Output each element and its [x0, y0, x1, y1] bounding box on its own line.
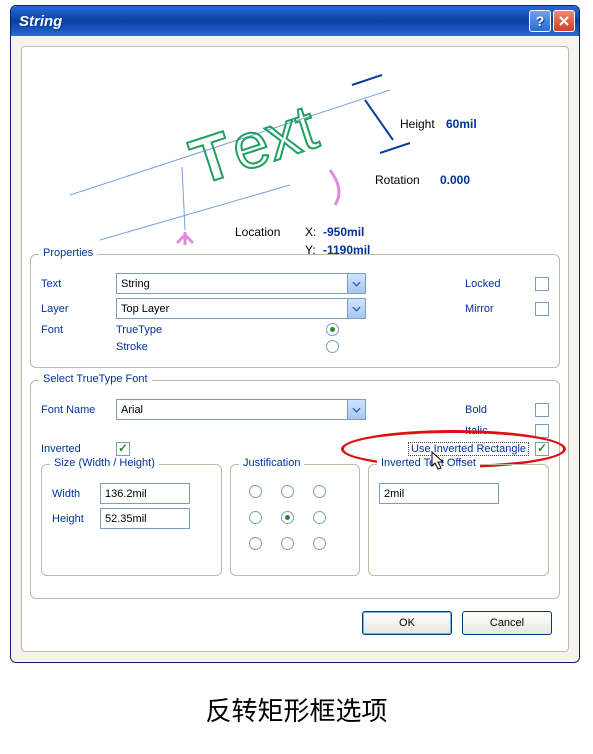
fontname-label: Font Name [41, 404, 116, 416]
location-x-value: -950mil [323, 225, 364, 239]
fontname-combo[interactable] [116, 399, 366, 420]
size-group-title: Size (Width / Height) [50, 457, 159, 469]
justification-radio-1[interactable] [281, 485, 294, 498]
properties-group: Properties Text Locked Layer Mirror [30, 254, 560, 368]
italic-checkbox[interactable] [535, 424, 549, 438]
cancel-button[interactable]: Cancel [462, 611, 552, 635]
fontname-input[interactable] [117, 400, 347, 419]
ok-button[interactable]: OK [362, 611, 452, 635]
justification-radio-3[interactable] [249, 511, 262, 524]
justification-radio-6[interactable] [249, 537, 262, 550]
justification-radio-8[interactable] [313, 537, 326, 550]
truetype-radio[interactable] [326, 323, 339, 336]
justification-radio-0[interactable] [249, 485, 262, 498]
close-button[interactable] [553, 10, 575, 32]
locked-checkbox[interactable] [535, 277, 549, 291]
figure-caption: 反转矩形框选项 [0, 691, 593, 728]
chevron-down-icon[interactable] [347, 274, 365, 293]
chevron-down-icon[interactable] [347, 299, 365, 318]
bold-checkbox[interactable] [535, 403, 549, 417]
truetype-radio-label: TrueType [116, 324, 326, 336]
text-input[interactable] [117, 274, 347, 293]
height-label: Height [400, 117, 435, 131]
layer-label: Layer [41, 303, 116, 315]
dialog-window: String ? T ext [10, 5, 580, 663]
italic-label: Italic [465, 425, 535, 437]
stroke-radio-label: Stroke [116, 341, 326, 353]
layer-combo[interactable] [116, 298, 366, 319]
offset-group: Inverted Text Offset [368, 464, 549, 576]
layer-input[interactable] [117, 299, 347, 318]
mirror-label: Mirror [465, 303, 535, 315]
truetype-group-title: Select TrueType Font [39, 373, 152, 385]
justification-radio-5[interactable] [313, 511, 326, 524]
size-height-input[interactable] [100, 508, 190, 529]
size-group: Size (Width / Height) Width Height [41, 464, 222, 576]
height-value: 60mil [446, 117, 477, 131]
window-title: String [19, 13, 527, 30]
text-label: Text [41, 278, 116, 290]
location-x-label: X: [305, 225, 316, 239]
bold-label: Bold [465, 404, 535, 416]
text-combo[interactable] [116, 273, 366, 294]
locked-label: Locked [465, 278, 535, 290]
help-button[interactable]: ? [529, 10, 551, 32]
justification-group-title: Justification [239, 457, 304, 469]
truetype-group: Select TrueType Font Font Name Bold Ital… [30, 380, 560, 599]
justification-radio-7[interactable] [281, 537, 294, 550]
use-inverted-rect-checkbox[interactable] [535, 442, 549, 456]
mirror-checkbox[interactable] [535, 302, 549, 316]
inverted-label: Inverted [41, 443, 116, 455]
offset-input[interactable] [379, 483, 499, 504]
justification-radio-4[interactable] [281, 511, 294, 524]
use-inverted-rect-label: Use Inverted Rectangle [408, 442, 529, 456]
titlebar[interactable]: String ? [11, 6, 579, 36]
location-label: Location [235, 225, 280, 239]
rotation-value: 0.000 [440, 173, 470, 187]
dialog-body: T ext Height 60mil Rotation 0.000 Locati… [21, 46, 569, 652]
inverted-checkbox[interactable] [116, 442, 130, 456]
offset-group-title: Inverted Text Offset [377, 457, 480, 469]
chevron-down-icon[interactable] [347, 400, 365, 419]
properties-group-title: Properties [39, 247, 97, 259]
justification-radio-2[interactable] [313, 485, 326, 498]
svg-text:ext: ext [222, 90, 326, 185]
stroke-radio[interactable] [326, 340, 339, 353]
text-preview: T ext Height 60mil Rotation 0.000 Locati… [30, 55, 560, 250]
size-height-label: Height [52, 513, 100, 525]
size-width-input[interactable] [100, 483, 190, 504]
font-label: Font [41, 324, 116, 336]
justification-group: Justification [230, 464, 360, 576]
size-width-label: Width [52, 488, 100, 500]
rotation-label: Rotation [375, 173, 420, 187]
